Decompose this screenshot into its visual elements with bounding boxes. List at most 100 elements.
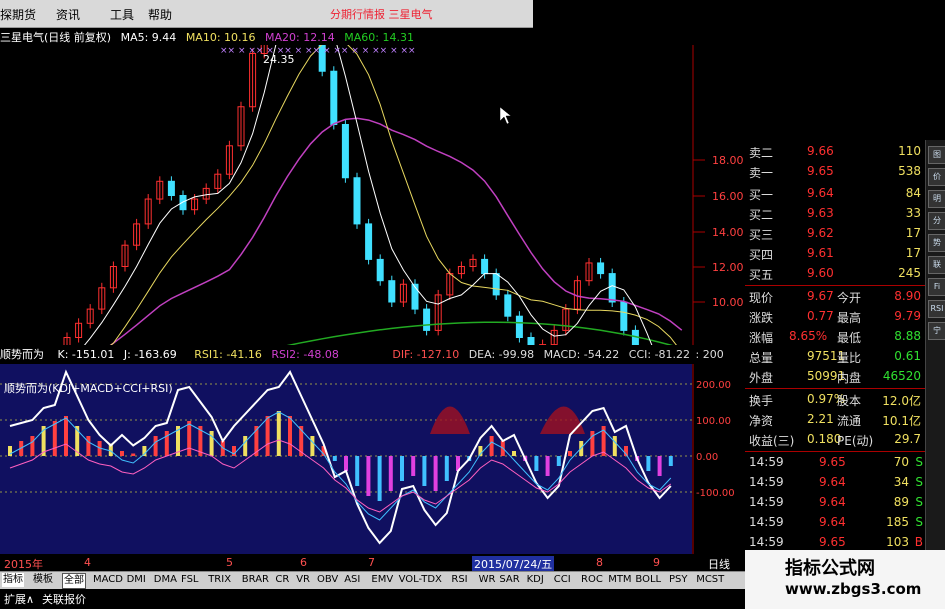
tab-rsi[interactable]: RSI [450,573,468,587]
indicator-tick-label: 200.00 [696,380,731,391]
stat-label: 换手 [749,394,774,408]
tab-mtm[interactable]: MTM [607,573,632,587]
side-toolbar: 图价明分势联 Fi RSI 宁 [925,140,945,550]
tab-boll[interactable]: BOLL [634,573,662,587]
price-tick-label: 14.00 [712,226,744,239]
tick-volume: 89 [893,495,909,509]
indicator-bar [612,436,617,456]
stat-label-2: 量比 [837,351,862,365]
indicator-bar [657,456,662,476]
tab-trix[interactable]: TRIX [207,573,232,587]
tab-模板[interactable]: 模板 [32,573,54,587]
stat-row: 换手 0.97% 股本 12.0亿 [745,390,925,410]
stat-value-2: 10.1亿 [882,414,921,428]
side-tool-icon[interactable]: 势 [928,234,945,252]
stat-label-2: 内盘 [837,371,862,385]
tab-全部[interactable]: 全部 [62,573,86,589]
tick-flag: S [915,515,923,529]
order-volume: 17 [905,226,921,240]
tab-dmi[interactable]: DMI [126,573,147,587]
tab-vol-tdx[interactable]: VOL-TDX [398,573,443,587]
quote-panel: 卖二 9.66 110 卖一 9.65 538 买一 9.64 84 买二 9.63 33 买三 9.62… [745,140,925,550]
tab-roc[interactable]: ROC [580,573,604,587]
stat-row: 涨跌 0.77 最高 9.79 [745,307,925,327]
indicator-tab-bar: 指标 模板 全部 MACD DMI DMA FSL TRIX BRAR CR VR OBV ASI EMV… [0,571,745,589]
price-tick-label: 10.00 [712,296,744,309]
stat-label: 现价 [749,291,774,305]
tab-macd[interactable]: MACD [92,573,124,587]
menu-item-help[interactable]: 帮助 [148,6,172,23]
indicator-chart[interactable]: 顺势而为(KDJ+MACD+CCI+RSI) 200.00 100.00 0.00 -… [0,364,745,554]
tick-price: 9.65 [819,535,846,549]
tick-time: 14:59 [749,495,784,509]
tab-cr[interactable]: CR [274,573,290,587]
order-volume: 245 [898,266,921,280]
indicator-bar [355,456,360,486]
tick-row: 14:59 9.64 34 S [745,473,925,493]
side-tool-icon[interactable]: RSI [928,300,945,318]
tab-mcst[interactable]: MCST [695,573,725,587]
menu-item-news[interactable]: 资讯 [56,6,80,23]
side-tool-icon[interactable]: 价 [928,168,945,186]
side-tool-icon[interactable]: 明 [928,190,945,208]
indicator-bar [30,436,35,456]
stat-row: 涨幅 8.65% 最低 8.88 [745,327,925,347]
tab-kdj[interactable]: KDJ [526,573,545,587]
candle [388,280,396,303]
tab-sar[interactable]: SAR [498,573,520,587]
date-label-apr: 4 [84,556,91,569]
side-tool-icon[interactable]: 分 [928,212,945,230]
indicator-bar [411,456,416,476]
stat-row: 收益(三) 0.180 PE(动) 29.7 [745,430,925,450]
order-book-row: 买二 9.63 33 [745,204,925,224]
tab-dma[interactable]: DMA [153,573,178,587]
stat-label: 净资 [749,414,774,428]
mouse-cursor-icon [499,106,512,125]
stat-value-2: 8.88 [894,329,921,343]
menu-item-futures[interactable]: 探期货 [0,6,36,23]
tick-flag: S [915,475,923,489]
tick-row: 14:59 9.64 185 S [745,513,925,533]
candlestick-chart[interactable]: 24.35 18.0016.0014.0012.0010.00 ×× × ×× … [0,45,745,345]
tab-wr[interactable]: WR [478,573,497,587]
tab-asi[interactable]: ASI [343,573,361,587]
price-tick-label: 12.00 [712,261,744,274]
indicator-bar [388,456,393,491]
side-tool-icon[interactable]: 宁 [928,322,945,340]
dif-value: DIF: -127.10 [392,348,460,361]
tab-obv[interactable]: OBV [316,573,339,587]
order-level-label: 买五 [749,268,774,282]
rsi2-value: RSI2: -48.08 [271,348,339,361]
order-book-row: 卖二 9.66 110 [745,142,925,162]
tab-brar[interactable]: BRAR [241,573,270,587]
related-quote-button[interactable]: 关联报价 [42,591,86,607]
menu-item-tools[interactable]: 工具 [110,6,134,23]
stat-label: 收益(三) [749,434,795,448]
tab-cci[interactable]: CCI [553,573,572,587]
tick-time: 14:59 [749,515,784,529]
period-label[interactable]: 日线 [708,556,730,572]
tab-fsl[interactable]: FSL [180,573,200,587]
indicator-bar [265,416,270,456]
watermark-url: www.zbgs3.com [785,580,922,598]
indicator-bar [187,421,192,456]
tab-指标[interactable]: 指标 [2,573,24,587]
indicator-bar [8,446,12,456]
order-level-label: 买二 [749,208,774,222]
tab-vr[interactable]: VR [295,573,311,587]
side-tool-icon[interactable]: Fi [928,278,945,296]
tick-volume: 34 [893,475,909,489]
indicator-bar [366,456,371,496]
stat-label: 总量 [749,351,774,365]
stat-label: 涨跌 [749,311,774,325]
expand-button[interactable]: 扩展∧ [4,591,34,607]
side-tool-icon[interactable]: 图 [928,146,945,164]
chart-info-line: 三星电气(日线 前复权) MA5: 9.44 MA10: 10.16 MA20:… [0,29,690,45]
indicator-bar [568,451,572,456]
candle [481,258,489,275]
candle [341,124,349,179]
tab-emv[interactable]: EMV [370,573,394,587]
tab-psy[interactable]: PSY [668,573,689,587]
indicator-bar [545,456,550,476]
side-tool-icon[interactable]: 联 [928,256,945,274]
